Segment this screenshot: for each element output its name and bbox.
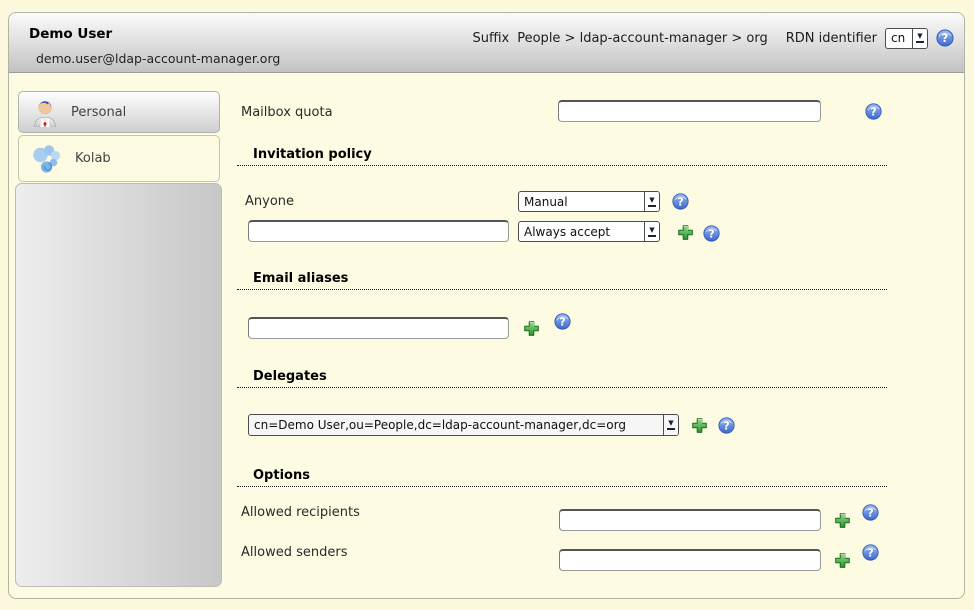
section-heading-delegates: Delegates: [237, 369, 887, 388]
chevron-down-icon: ▼: [644, 192, 659, 211]
suffix-label: Suffix: [472, 31, 509, 46]
delegates-select[interactable]: cn=Demo User,ou=People,dc=ldap-account-m…: [248, 414, 679, 436]
rdn-help-icon[interactable]: [936, 29, 954, 47]
allowed-senders-input[interactable]: [559, 549, 821, 571]
email-alias-input[interactable]: [248, 317, 509, 339]
mailbox-quota-label: Mailbox quota: [241, 105, 333, 120]
invitation-new-policy-select[interactable]: Always accept ▼: [518, 221, 660, 242]
invitation-policy-help-icon[interactable]: [672, 193, 689, 210]
allowed-recipients-label: Allowed recipients: [241, 505, 360, 520]
allowed-senders-label: Allowed senders: [241, 545, 347, 560]
invitation-new-policy-value: Always accept: [519, 225, 644, 239]
rdn-identifier-select[interactable]: cn ▼: [885, 28, 928, 49]
suffix-breadcrumb: People > ldap-account-manager > org: [517, 31, 768, 46]
allowed-recipients-help-icon[interactable]: [862, 504, 879, 521]
tab-kolab-label: Kolab: [75, 151, 111, 166]
kolab-icon: [32, 143, 62, 175]
account-header: Demo User demo.user@ldap-account-manager…: [9, 13, 964, 73]
account-title: Demo User: [29, 26, 112, 42]
rdn-selected-value: cn: [886, 31, 912, 45]
chevron-down-icon: ▼: [663, 415, 678, 435]
tab-kolab[interactable]: Kolab: [18, 135, 220, 182]
email-aliases-help-icon[interactable]: [554, 313, 571, 330]
invitation-anyone-policy-select[interactable]: Manual ▼: [518, 191, 660, 212]
section-heading-options: Options: [237, 468, 887, 487]
user-icon: [32, 97, 58, 127]
mailbox-quota-input[interactable]: [558, 100, 821, 122]
account-edit-panel: Demo User demo.user@ldap-account-manager…: [8, 12, 965, 599]
add-allowed-sender-button[interactable]: [834, 552, 851, 569]
sidebar-panel: [15, 183, 222, 587]
delegates-selected-value: cn=Demo User,ou=People,dc=ldap-account-m…: [249, 418, 663, 432]
add-email-alias-button[interactable]: [523, 320, 540, 337]
header-controls: Suffix People > ldap-account-manager > o…: [472, 26, 954, 50]
invitation-anyone-label: Anyone: [245, 194, 294, 209]
invitation-anyone-policy-value: Manual: [519, 195, 644, 209]
section-heading-invitation-policy: Invitation policy: [237, 147, 887, 166]
add-allowed-recipient-button[interactable]: [834, 512, 851, 529]
invitation-new-help-icon[interactable]: [703, 225, 720, 242]
add-invitation-policy-button[interactable]: [677, 224, 694, 241]
delegates-help-icon[interactable]: [718, 417, 735, 434]
tab-personal[interactable]: Personal: [18, 91, 220, 133]
section-heading-email-aliases: Email aliases: [237, 271, 887, 290]
chevron-down-icon: ▼: [644, 222, 659, 241]
tab-personal-label: Personal: [71, 105, 126, 120]
chevron-down-icon: ▼: [912, 29, 927, 48]
invitation-new-user-input[interactable]: [248, 220, 509, 242]
account-email: demo.user@ldap-account-manager.org: [36, 51, 280, 66]
allowed-senders-help-icon[interactable]: [862, 544, 879, 561]
mailbox-quota-help-icon[interactable]: [865, 103, 882, 120]
add-delegate-button[interactable]: [691, 417, 708, 434]
allowed-recipients-input[interactable]: [559, 509, 821, 531]
rdn-identifier-label: RDN identifier: [786, 31, 877, 46]
